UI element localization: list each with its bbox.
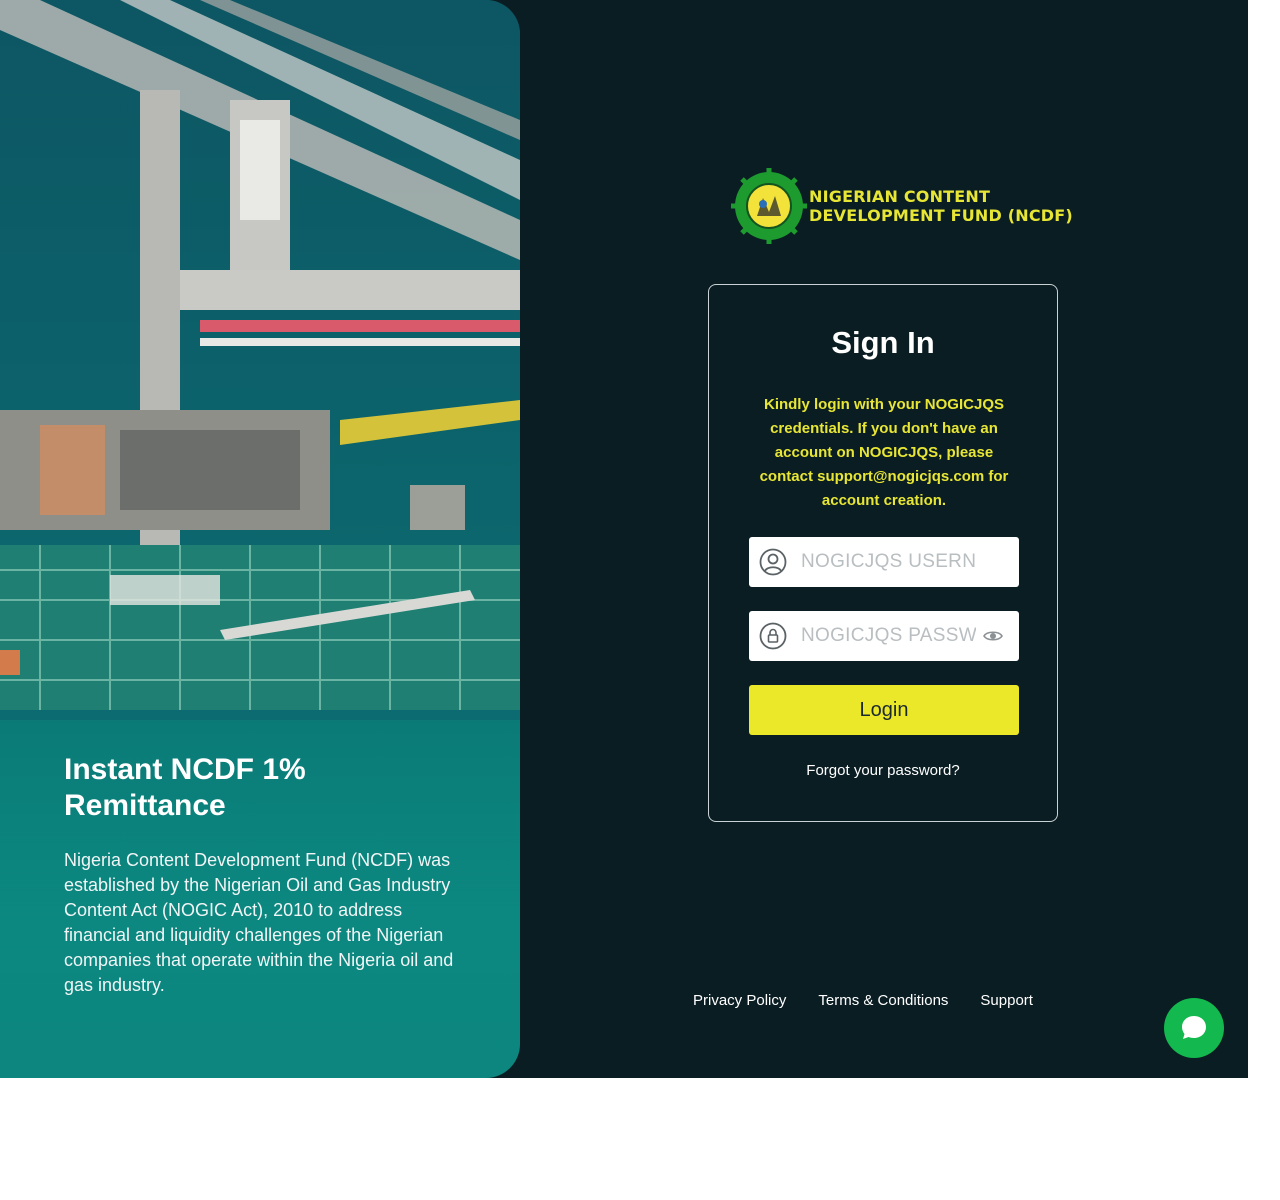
- brand-name-line2: DEVELOPMENT FUND (NCDF): [809, 206, 1073, 225]
- user-circle-icon: [759, 548, 787, 576]
- brand-name: NIGERIAN CONTENT DEVELOPMENT FUND (NCDF): [809, 187, 1073, 225]
- terms-conditions-link[interactable]: Terms & Conditions: [818, 992, 948, 1009]
- login-button[interactable]: Login: [749, 685, 1019, 735]
- hero-panel: Instant NCDF 1% Remittance Nigeria Conte…: [0, 0, 520, 1078]
- ncdf-logo-icon: [731, 168, 807, 244]
- sign-in-title: Sign In: [831, 325, 935, 360]
- username-field[interactable]: [749, 537, 1019, 587]
- hero-description: Nigeria Content Development Fund (NCDF) …: [64, 850, 454, 995]
- chat-widget-button[interactable]: [1164, 998, 1224, 1058]
- forgot-password-link[interactable]: Forgot your password?: [709, 762, 1057, 779]
- sign-in-instructions: Kindly login with your NOGICJQS credenti…: [759, 396, 1009, 509]
- eye-icon[interactable]: [982, 625, 1004, 647]
- password-input[interactable]: [799, 624, 978, 648]
- username-input[interactable]: [799, 550, 978, 574]
- lock-icon: [759, 622, 787, 650]
- brand-header: NIGERIAN CONTENT DEVELOPMENT FUND (NCDF): [731, 168, 1073, 244]
- support-link[interactable]: Support: [980, 992, 1033, 1009]
- hero-title: Instant NCDF 1% Remittance: [64, 753, 306, 822]
- login-page: Instant NCDF 1% Remittance Nigeria Conte…: [0, 0, 1248, 1078]
- footer-links: Privacy Policy Terms & Conditions Suppor…: [693, 992, 1033, 1009]
- privacy-policy-link[interactable]: Privacy Policy: [693, 992, 786, 1009]
- chat-bubble-icon: [1182, 1016, 1206, 1039]
- hero-image: [0, 0, 520, 720]
- password-field[interactable]: [749, 611, 1019, 661]
- brand-name-line1: NIGERIAN CONTENT: [809, 187, 991, 206]
- sign-in-card: Sign In Kindly login with your NOGICJQS …: [708, 284, 1058, 822]
